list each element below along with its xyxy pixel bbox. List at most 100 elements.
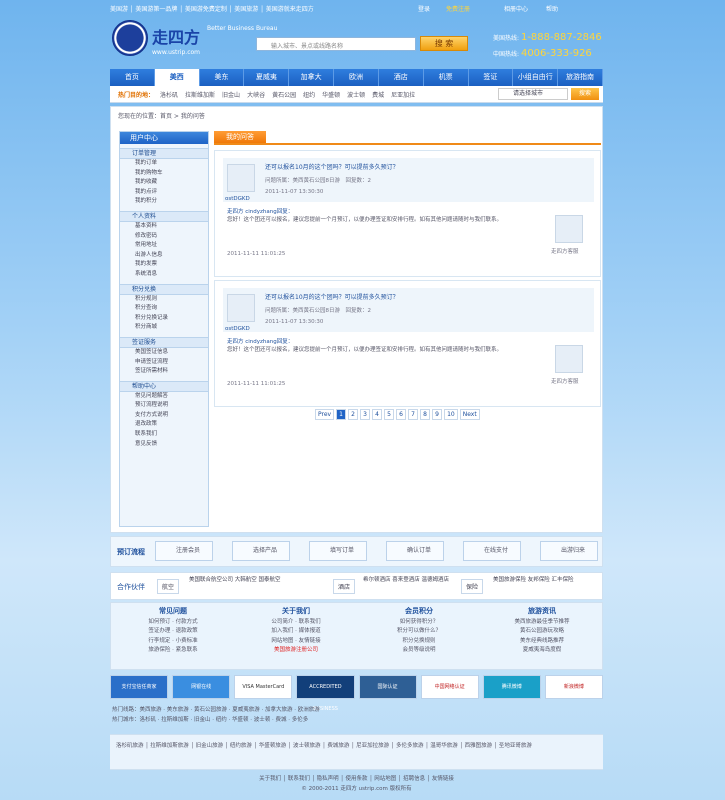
nav-home[interactable]: 首页 — [110, 69, 155, 86]
search-input[interactable]: 输入城市、景点或线路名称 — [256, 37, 416, 51]
nav-hawaii[interactable]: 夏威夷 — [244, 69, 290, 86]
sidebar-group-visa[interactable]: 签证服务 — [120, 336, 208, 348]
sidebar-item[interactable]: 积分商城 — [120, 323, 208, 333]
destination-link[interactable]: 纽约 — [303, 90, 315, 99]
info-link[interactable]: 会员等级说明 — [359, 646, 479, 656]
sidebar-item[interactable]: 我的购物车 — [120, 169, 208, 179]
question-text[interactable]: 还可以报名10月的这个团吗？可以提前多久预订？ — [265, 163, 585, 172]
question-text[interactable]: 还可以报名10月的这个团吗？可以提前多久预订？ — [265, 293, 585, 302]
asker-name[interactable]: ostDGKD — [225, 326, 250, 332]
user-avatar-icon[interactable] — [227, 164, 255, 192]
tencent-weibo-badge[interactable]: 腾讯微博 — [482, 675, 541, 699]
nav-air[interactable]: 机票 — [424, 69, 469, 86]
page-button[interactable]: 4 — [372, 409, 383, 420]
sidebar-item[interactable]: 退改政策 — [120, 420, 208, 430]
hot-cities[interactable]: 热门城市：洛杉矶 · 拉斯维加斯 · 旧金山 · 纽约 · 华盛顿 · 波士顿 … — [112, 715, 602, 725]
user-avatar-icon[interactable] — [227, 294, 255, 322]
destination-link[interactable]: 拉斯维加斯 — [185, 90, 215, 99]
destination-link[interactable]: 华盛顿 — [322, 90, 340, 99]
nav-guide[interactable]: 旅游指南 — [558, 69, 603, 86]
page-button[interactable]: 8 — [420, 409, 431, 420]
sidebar-group-profile[interactable]: 个人资料 — [120, 210, 208, 222]
partner-text[interactable]: 美国联合航空公司 大韩航空 国泰航空 — [189, 576, 309, 585]
sidebar-item[interactable]: 系统消息 — [120, 270, 208, 280]
city-search-button[interactable]: 搜索 — [571, 88, 599, 100]
nav-west[interactable]: 美西 — [154, 69, 200, 86]
page-button[interactable]: 1 — [336, 409, 347, 420]
destination-link[interactable]: 波士顿 — [347, 90, 365, 99]
next-page-button[interactable]: Next — [459, 409, 480, 420]
search-button[interactable]: 搜 索 — [420, 36, 468, 51]
sina-weibo-badge[interactable]: 新浪微博 — [544, 675, 603, 699]
info-link[interactable]: 积分兑换规则 — [359, 637, 479, 647]
alipay-badge[interactable]: 支付宝信任商家 — [110, 675, 169, 699]
asker-name[interactable]: ostDGKD — [225, 196, 250, 202]
page-button[interactable]: 9 — [432, 409, 443, 420]
info-link[interactable]: 美东经典线路推荐 — [482, 637, 602, 647]
sidebar-item[interactable]: 我的收藏 — [120, 178, 208, 188]
sidebar-item[interactable]: 联系我们 — [120, 430, 208, 440]
sidebar-item[interactable]: 积分规则 — [120, 295, 208, 305]
sidebar-group-orders[interactable]: 订单管理 — [120, 148, 208, 159]
sidebar-item[interactable]: 预订流程说明 — [120, 401, 208, 411]
info-link[interactable]: 黄石公园游玩攻略 — [482, 627, 602, 637]
partner-text[interactable]: 希尔顿酒店 喜来登酒店 温德姆酒店 — [363, 576, 473, 585]
register-link[interactable]: 免费注册 — [446, 4, 470, 13]
info-link[interactable]: 如何获得积分？ — [359, 618, 479, 628]
sidebar-item[interactable]: 申请签证流程 — [120, 358, 208, 368]
netbank-badge[interactable]: 网银在线 — [172, 675, 231, 699]
nav-group-tour[interactable]: 小组自由行 — [513, 69, 559, 86]
info-link[interactable]: 网站地图 · 友情链接 — [236, 637, 356, 647]
info-link[interactable]: 如何预订 · 付款方式 — [113, 618, 233, 628]
prev-page-button[interactable]: Prev — [315, 409, 335, 420]
info-link[interactable]: 加入我们 · 媒体报道 — [236, 627, 356, 637]
city-select[interactable]: 请选择城市 — [498, 88, 568, 100]
sidebar-item[interactable]: 出游人信息 — [120, 251, 208, 261]
hot-routes[interactable]: 热门线路：美西旅游 · 美东旅游 · 黄石公园旅游 · 夏威夷旅游 · 加拿大旅… — [112, 705, 602, 715]
cert-badge[interactable]: 国际认证 — [358, 675, 417, 699]
sidebar-item[interactable]: 美国签证信息 — [120, 348, 208, 358]
page-button[interactable]: 5 — [384, 409, 395, 420]
sidebar-item[interactable]: 签证所需材料 — [120, 367, 208, 377]
nav-east[interactable]: 美东 — [200, 69, 245, 86]
nav-canada[interactable]: 加拿大 — [289, 69, 335, 86]
cn-cert-badge[interactable]: 中国网络认证 — [420, 675, 479, 699]
company-logo[interactable] — [112, 20, 148, 56]
nav-visa[interactable]: 签证 — [469, 69, 514, 86]
sidebar-group-points[interactable]: 积分兑换 — [120, 283, 208, 295]
info-link[interactable]: 美西旅游最佳季节推荐 — [482, 618, 602, 628]
nav-europe[interactable]: 欧洲 — [334, 69, 379, 86]
sidebar-group-help[interactable]: 帮助中心 — [120, 380, 208, 392]
info-link[interactable]: 夏威夷海岛度假 — [482, 646, 602, 656]
brand-name[interactable]: 走四方 — [152, 24, 200, 48]
sidebar-item[interactable]: 修改密码 — [120, 232, 208, 242]
sidebar-item[interactable]: 我的点评 — [120, 188, 208, 198]
page-button[interactable]: 2 — [348, 409, 359, 420]
sidebar-item[interactable]: 积分查询 — [120, 304, 208, 314]
info-link[interactable]: 旅游保险 · 紧急联系 — [113, 646, 233, 656]
info-link[interactable]: 行李规定 · 小费标准 — [113, 637, 233, 647]
sidebar-item[interactable]: 我的订单 — [120, 159, 208, 169]
page-button[interactable]: 7 — [408, 409, 419, 420]
help-link[interactable]: 帮助 — [546, 4, 558, 13]
destination-link[interactable]: 黄石公园 — [272, 90, 296, 99]
info-link[interactable]: 公司简介 · 联系我们 — [236, 618, 356, 628]
album-link[interactable]: 相册中心 — [504, 4, 528, 13]
tab-my-qa[interactable]: 我的问答 — [214, 131, 266, 143]
page-button[interactable]: 3 — [360, 409, 371, 420]
login-link[interactable]: 登录 — [418, 4, 430, 13]
page-button[interactable]: 10 — [444, 409, 458, 420]
destination-link[interactable]: 旧金山 — [222, 90, 240, 99]
info-link[interactable]: 积分可以做什么？ — [359, 627, 479, 637]
sidebar-item[interactable]: 支付方式说明 — [120, 411, 208, 421]
nav-hotel[interactable]: 酒店 — [379, 69, 424, 86]
partner-text[interactable]: 美国旅游保险 友邦保险 汇丰保险 — [493, 576, 598, 585]
bbb-badge[interactable]: ACCREDITED BUSINESS — [296, 675, 355, 712]
destination-link[interactable]: 洛杉矶 — [160, 90, 178, 99]
sidebar-item[interactable]: 基本资料 — [120, 222, 208, 232]
sidebar-item[interactable]: 意见反馈 — [120, 440, 208, 450]
destination-link[interactable]: 费城 — [372, 90, 384, 99]
destination-link[interactable]: 大峡谷 — [247, 90, 265, 99]
footer-menu[interactable]: 关于我们 │ 联系我们 │ 隐私声明 │ 使用条款 │ 网站地图 │ 招聘信息 … — [110, 774, 603, 784]
sidebar-item[interactable]: 积分兑换记录 — [120, 314, 208, 324]
